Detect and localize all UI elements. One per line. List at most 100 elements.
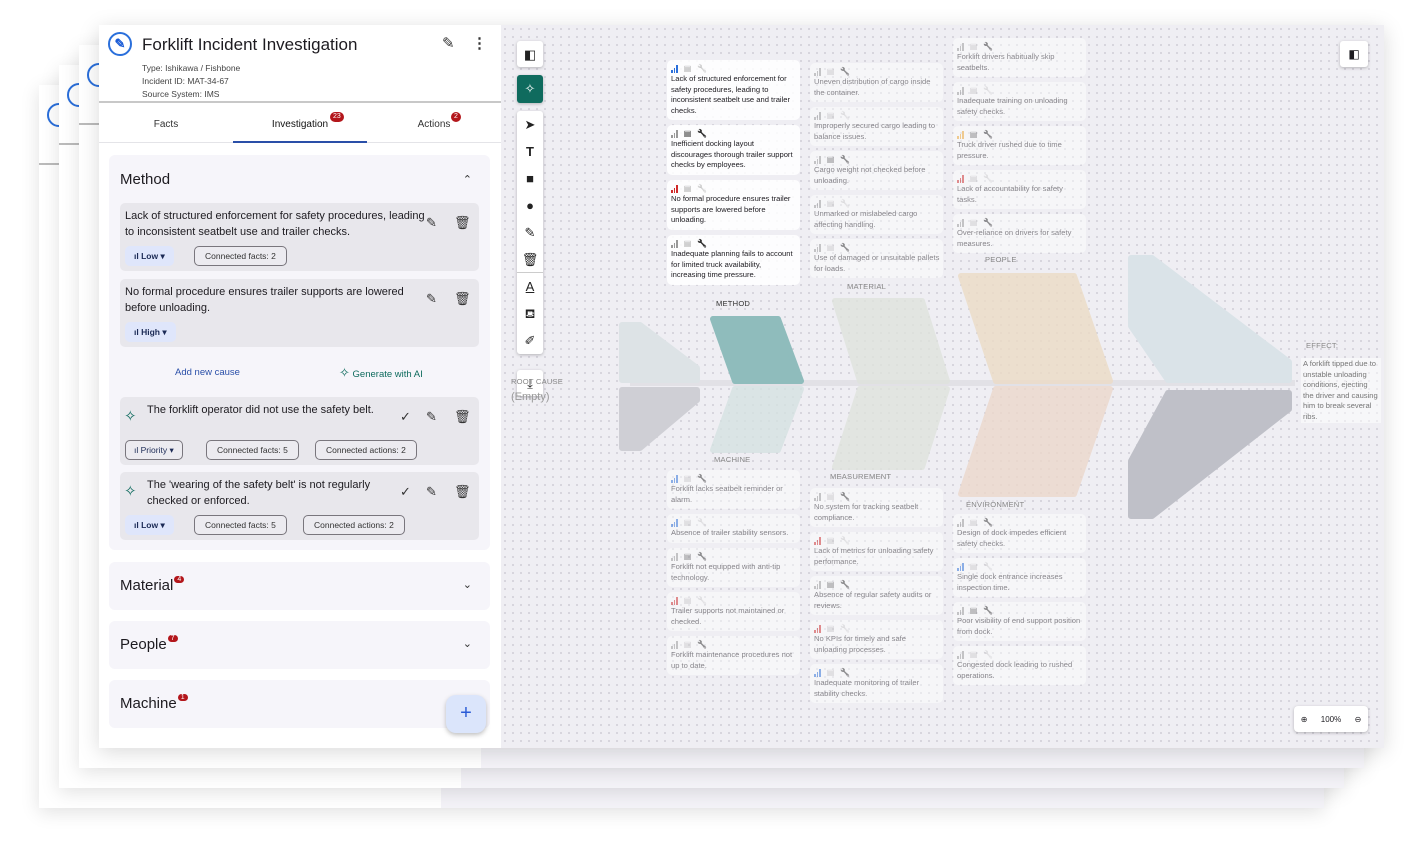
add-fab-button[interactable]: +	[446, 695, 486, 733]
wrench-icon[interactable]: 🔧	[840, 623, 850, 634]
priority-dropdown[interactable]: ıl Low ▾	[125, 515, 174, 535]
document-icon[interactable]: ▤	[684, 551, 692, 562]
cause-card[interactable]: ▤ 🔧 Inefficient docking layout discourages…	[667, 125, 800, 175]
head-bottom-bone[interactable]	[1128, 390, 1292, 519]
document-icon[interactable]: ▤	[684, 183, 692, 194]
cause-card[interactable]: ▤ 🔧 Absence of regular safety audits or re…	[810, 576, 943, 615]
document-icon[interactable]: ▤	[970, 217, 978, 228]
document-icon[interactable]: ▤	[970, 649, 978, 660]
connected-facts-chip[interactable]: Connected facts: 5	[194, 515, 287, 535]
cause-card[interactable]: ▤ 🔧 Lack of metrics for unloading safety p…	[810, 532, 943, 571]
document-icon[interactable]: ▤	[827, 242, 835, 253]
document-icon[interactable]: ▤	[827, 667, 835, 678]
edit-icon[interactable]: ✎	[426, 484, 437, 500]
cause-card[interactable]: ▤ 🔧 Use of damaged or unsuitable pallets f…	[810, 239, 943, 278]
zoom-out-icon[interactable]: ⊖	[1355, 715, 1362, 724]
document-icon[interactable]: ▤	[684, 128, 692, 139]
document-icon[interactable]: ▤	[684, 595, 692, 606]
priority-bars-icon[interactable]	[814, 67, 821, 76]
priority-bars-icon[interactable]	[814, 492, 821, 501]
priority-bars-icon[interactable]	[671, 129, 678, 138]
priority-dropdown[interactable]: ıl Priority ▾	[125, 440, 183, 460]
cause-card[interactable]: ▤ 🔧 Trailer supports not maintained or che…	[667, 592, 800, 631]
priority-bars-icon[interactable]	[957, 218, 964, 227]
delete-icon[interactable]: 🗑	[454, 484, 471, 500]
text-color-icon[interactable]: A	[517, 273, 543, 300]
cause-card[interactable]: ▤ 🔧 Forklift not equipped with anti-tip te…	[667, 548, 800, 587]
section-machine[interactable]: Machine 1	[109, 680, 490, 728]
priority-bars-icon[interactable]	[671, 552, 678, 561]
add-new-cause-button[interactable]: Add new cause	[175, 367, 240, 378]
priority-bars-icon[interactable]	[957, 174, 964, 183]
cause-card[interactable]: ▤ 🔧 Congested dock leading to rushed opera…	[953, 646, 1086, 685]
accept-check-icon[interactable]: ✓	[400, 409, 411, 425]
delete-icon[interactable]: 🗑	[454, 291, 471, 307]
priority-bars-icon[interactable]	[671, 64, 678, 73]
bone-method[interactable]	[710, 316, 804, 384]
section-material[interactable]: Material 4 ⌄	[109, 562, 490, 610]
document-icon[interactable]: ▤	[970, 561, 978, 572]
priority-bars-icon[interactable]	[957, 518, 964, 527]
priority-bars-icon[interactable]	[671, 239, 678, 248]
wrench-icon[interactable]: 🔧	[840, 242, 850, 253]
effect-text[interactable]: A forklift tipped due to unstable unload…	[1301, 358, 1381, 423]
connected-actions-chip[interactable]: Connected actions: 2	[315, 440, 417, 460]
select-pointer-icon[interactable]: ➤	[517, 111, 543, 138]
cause-card[interactable]: ▤ 🔧 Uneven distribution of cargo inside th…	[810, 63, 943, 102]
cause-card[interactable]: ▤ 🔧 Truck driver rushed due to time pressu…	[953, 126, 1086, 165]
tab-investigation[interactable]: Investigation 23	[233, 103, 367, 143]
bone-material[interactable]	[832, 298, 950, 384]
head-top-bone[interactable]	[1128, 255, 1292, 383]
wrench-icon[interactable]: 🔧	[983, 41, 993, 52]
section-people[interactable]: People 7 ⌄	[109, 621, 490, 669]
wrench-icon[interactable]: 🔧	[697, 595, 707, 606]
priority-dropdown[interactable]: ıl High ▾	[125, 322, 176, 342]
fill-color-icon[interactable]: ⛾	[517, 300, 543, 327]
bone-environment[interactable]	[958, 386, 1113, 497]
ai-generate-button[interactable]: ✧	[517, 75, 543, 103]
wrench-icon[interactable]: 🔧	[983, 173, 993, 184]
document-icon[interactable]: ▤	[827, 491, 835, 502]
edit-icon[interactable]: ✎	[426, 291, 437, 307]
document-icon[interactable]: ▤	[970, 605, 978, 616]
text-tool-icon[interactable]: T	[517, 138, 543, 165]
priority-bars-icon[interactable]	[814, 624, 821, 633]
tail-bottom-bone[interactable]	[619, 387, 700, 451]
document-icon[interactable]: ▤	[827, 535, 835, 546]
tail-top-bone[interactable]	[619, 322, 700, 383]
priority-bars-icon[interactable]	[957, 86, 964, 95]
cause-card[interactable]: ▤ 🔧 Unmarked or mislabeled cargo affecting…	[810, 195, 943, 234]
priority-bars-icon[interactable]	[957, 130, 964, 139]
delete-icon[interactable]: 🗑	[454, 215, 471, 231]
wrench-icon[interactable]: 🔧	[840, 491, 850, 502]
document-icon[interactable]: ▤	[684, 63, 692, 74]
cause-card[interactable]: ▤ 🔧 Forklift maintenance procedures not up…	[667, 636, 800, 675]
priority-dropdown[interactable]: ıl Low ▾	[125, 246, 174, 266]
document-icon[interactable]: ▤	[827, 579, 835, 590]
cause-card[interactable]: ▤ 🔧 Over-reliance on drivers for safety me…	[953, 214, 1086, 253]
toggle-panel-button[interactable]: ◧	[517, 41, 543, 67]
bone-people[interactable]	[958, 273, 1113, 384]
cause-card[interactable]: ▤ 🔧 Forklift lacks seatbelt reminder or al…	[667, 470, 800, 509]
priority-bars-icon[interactable]	[814, 580, 821, 589]
wrench-icon[interactable]: 🔧	[983, 605, 993, 616]
cause-card[interactable]: ▤ 🔧 Lack of accountability for safety task…	[953, 170, 1086, 209]
wrench-icon[interactable]: 🔧	[697, 639, 707, 650]
connected-actions-chip[interactable]: Connected actions: 2	[303, 515, 405, 535]
section-title[interactable]: Method	[120, 171, 170, 188]
wrench-icon[interactable]: 🔧	[697, 183, 707, 194]
wrench-icon[interactable]: 🔧	[983, 85, 993, 96]
circle-tool-icon[interactable]: ●	[517, 192, 543, 219]
chevron-down-icon[interactable]: ⌄	[463, 637, 472, 650]
cause-card[interactable]: ▤ 🔧 Inadequate monitoring of trailer stabi…	[810, 664, 943, 703]
cause-card[interactable]: ▤ 🔧 Improperly secured cargo leading to ba…	[810, 107, 943, 146]
tab-actions[interactable]: Actions 2	[367, 103, 501, 143]
priority-bars-icon[interactable]	[671, 184, 678, 193]
bone-machine[interactable]	[710, 386, 804, 453]
wrench-icon[interactable]: 🔧	[840, 198, 850, 209]
cause-card[interactable]: ▤ 🔧 Design of dock impedes efficient safet…	[953, 514, 1086, 553]
priority-bars-icon[interactable]	[671, 596, 678, 605]
priority-bars-icon[interactable]	[814, 536, 821, 545]
edit-icon[interactable]: ✎	[442, 34, 455, 52]
generate-with-ai-button[interactable]: ✧ Generate with AI	[339, 365, 423, 381]
